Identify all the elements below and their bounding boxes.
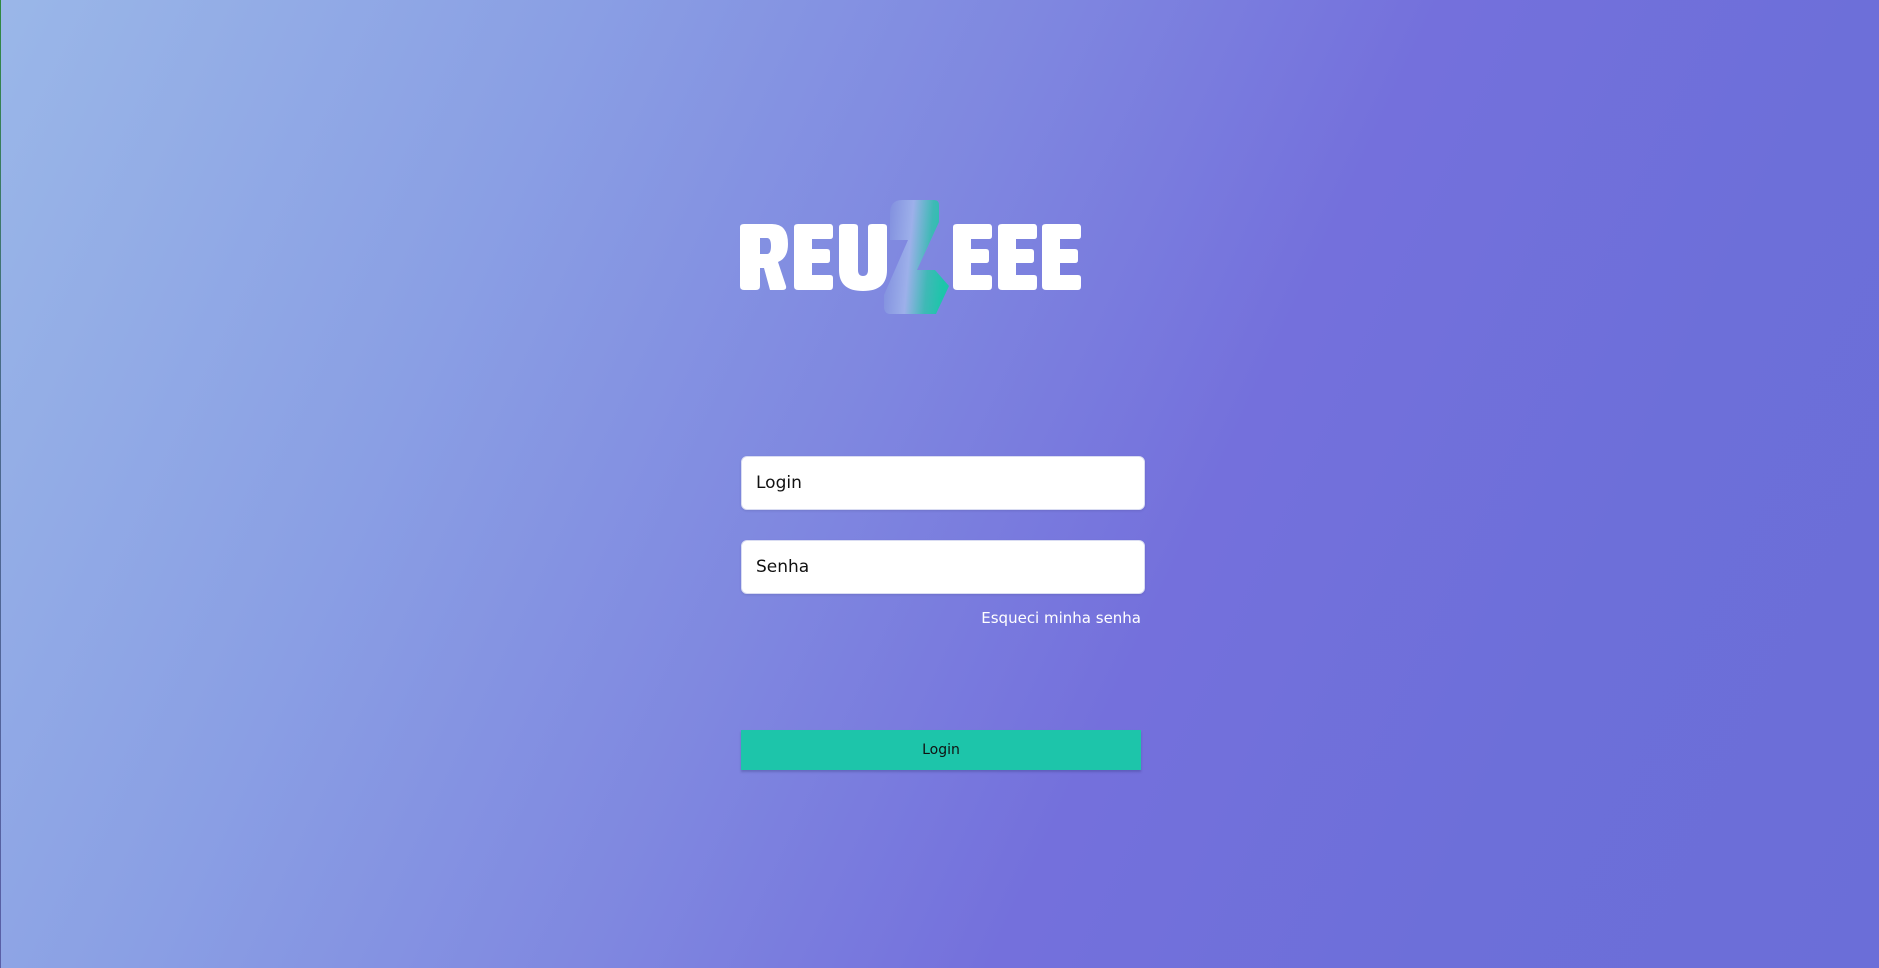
reuzee-logo: REUZEE [740, 200, 1142, 314]
password-field[interactable] [741, 540, 1145, 594]
login-button[interactable]: Login [741, 730, 1141, 770]
forgot-password-link[interactable]: Esqueci minha senha [981, 609, 1141, 627]
logo-text: REUZEE [740, 314, 741, 315]
login-input[interactable] [742, 457, 1144, 509]
password-input[interactable] [742, 541, 1144, 593]
login-field[interactable] [741, 456, 1145, 510]
window-edge [0, 0, 1, 968]
